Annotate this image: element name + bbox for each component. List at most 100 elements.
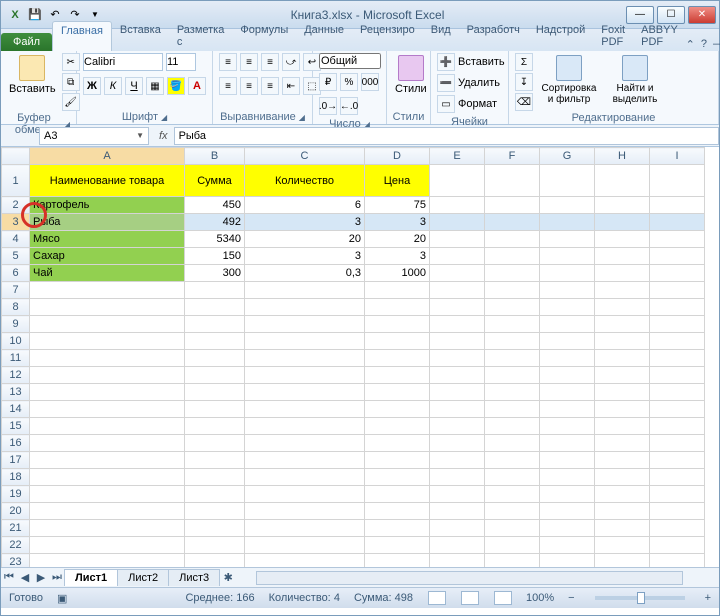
cell-I6[interactable]: [650, 265, 705, 282]
cell-F6[interactable]: [485, 265, 540, 282]
ribbon-tab-8[interactable]: Надстрой: [528, 21, 593, 51]
align-center-button[interactable]: ≡: [240, 77, 258, 95]
sort-filter-button[interactable]: Сортировка и фильтр: [537, 53, 601, 107]
cell-B13[interactable]: [185, 384, 245, 401]
cell-B7[interactable]: [185, 282, 245, 299]
cell-A18[interactable]: [30, 469, 185, 486]
cell-C18[interactable]: [245, 469, 365, 486]
cell-I22[interactable]: [650, 537, 705, 554]
cell-A20[interactable]: [30, 503, 185, 520]
cell-B9[interactable]: [185, 316, 245, 333]
cell-I10[interactable]: [650, 333, 705, 350]
cell-H1[interactable]: [595, 165, 650, 197]
paste-button[interactable]: Вставить: [7, 53, 58, 97]
cell-C13[interactable]: [245, 384, 365, 401]
cell-G7[interactable]: [540, 282, 595, 299]
cell-G9[interactable]: [540, 316, 595, 333]
cell-A15[interactable]: [30, 418, 185, 435]
cell-G17[interactable]: [540, 452, 595, 469]
cell-D17[interactable]: [365, 452, 430, 469]
cell-C5[interactable]: 3: [245, 248, 365, 265]
fill-button[interactable]: ↧: [515, 73, 533, 91]
row-header-13[interactable]: 13: [2, 384, 30, 401]
help-icon[interactable]: ?: [701, 38, 707, 51]
cell-A6[interactable]: Чай: [30, 265, 185, 282]
cell-B22[interactable]: [185, 537, 245, 554]
formula-input[interactable]: Рыба: [174, 127, 719, 145]
cell-E2[interactable]: [430, 197, 485, 214]
save-icon[interactable]: 💾: [27, 7, 43, 23]
cell-B21[interactable]: [185, 520, 245, 537]
cell-C6[interactable]: 0,3: [245, 265, 365, 282]
cell-F9[interactable]: [485, 316, 540, 333]
cell-C17[interactable]: [245, 452, 365, 469]
row-header-5[interactable]: 5: [2, 248, 30, 265]
horizontal-scrollbar[interactable]: [256, 571, 683, 585]
cell-E23[interactable]: [430, 554, 485, 569]
cell-H14[interactable]: [595, 401, 650, 418]
zoom-in-button[interactable]: +: [705, 592, 711, 604]
cell-H6[interactable]: [595, 265, 650, 282]
cell-D22[interactable]: [365, 537, 430, 554]
cell-H22[interactable]: [595, 537, 650, 554]
cell-H13[interactable]: [595, 384, 650, 401]
row-header-23[interactable]: 23: [2, 554, 30, 569]
sheet-tab-Лист1[interactable]: Лист1: [64, 569, 118, 586]
align-top-button[interactable]: ≡: [219, 53, 237, 71]
cell-F17[interactable]: [485, 452, 540, 469]
cell-B15[interactable]: [185, 418, 245, 435]
cell-I21[interactable]: [650, 520, 705, 537]
cell-B17[interactable]: [185, 452, 245, 469]
cell-B19[interactable]: [185, 486, 245, 503]
cell-C9[interactable]: [245, 316, 365, 333]
cell-E18[interactable]: [430, 469, 485, 486]
ribbon-min-icon[interactable]: ⌃: [686, 38, 695, 51]
row-header-19[interactable]: 19: [2, 486, 30, 503]
cell-G21[interactable]: [540, 520, 595, 537]
sheet-nav-last-icon[interactable]: ⏭: [49, 570, 65, 586]
cell-B1[interactable]: Сумма: [185, 165, 245, 197]
row-header-14[interactable]: 14: [2, 401, 30, 418]
cell-D15[interactable]: [365, 418, 430, 435]
cell-D16[interactable]: [365, 435, 430, 452]
cell-E4[interactable]: [430, 231, 485, 248]
doc-min-icon[interactable]: —: [713, 38, 720, 51]
orientation-button[interactable]: ⤻: [282, 53, 300, 71]
cell-B23[interactable]: [185, 554, 245, 569]
cell-F3[interactable]: [485, 214, 540, 231]
cell-H12[interactable]: [595, 367, 650, 384]
bold-button[interactable]: Ж: [83, 77, 101, 95]
cell-C11[interactable]: [245, 350, 365, 367]
cell-D6[interactable]: 1000: [365, 265, 430, 282]
cell-I8[interactable]: [650, 299, 705, 316]
row-header-20[interactable]: 20: [2, 503, 30, 520]
excel-icon[interactable]: X: [7, 7, 23, 23]
cell-G1[interactable]: [540, 165, 595, 197]
ribbon-tab-10[interactable]: ABBYY PDF: [633, 21, 686, 51]
cell-E1[interactable]: [430, 165, 485, 197]
cell-A3[interactable]: Рыба: [30, 214, 185, 231]
cell-C3[interactable]: 3: [245, 214, 365, 231]
cell-A14[interactable]: [30, 401, 185, 418]
insert-cells-button[interactable]: ➕Вставить: [437, 53, 505, 71]
cell-H5[interactable]: [595, 248, 650, 265]
cell-C1[interactable]: Количество: [245, 165, 365, 197]
ribbon-tab-9[interactable]: Foxit PDF: [593, 21, 633, 51]
fx-icon[interactable]: fx: [153, 130, 174, 142]
sheet-tab-Лист2[interactable]: Лист2: [117, 569, 169, 586]
ribbon-tab-0[interactable]: Главная: [52, 21, 112, 51]
cell-E15[interactable]: [430, 418, 485, 435]
cell-E11[interactable]: [430, 350, 485, 367]
cell-E5[interactable]: [430, 248, 485, 265]
cell-H15[interactable]: [595, 418, 650, 435]
cell-E9[interactable]: [430, 316, 485, 333]
cell-H17[interactable]: [595, 452, 650, 469]
cell-I12[interactable]: [650, 367, 705, 384]
cell-E6[interactable]: [430, 265, 485, 282]
row-header-4[interactable]: 4: [2, 231, 30, 248]
styles-button[interactable]: Стили: [393, 53, 429, 97]
cell-H11[interactable]: [595, 350, 650, 367]
cell-H7[interactable]: [595, 282, 650, 299]
cell-C2[interactable]: 6: [245, 197, 365, 214]
cell-E17[interactable]: [430, 452, 485, 469]
